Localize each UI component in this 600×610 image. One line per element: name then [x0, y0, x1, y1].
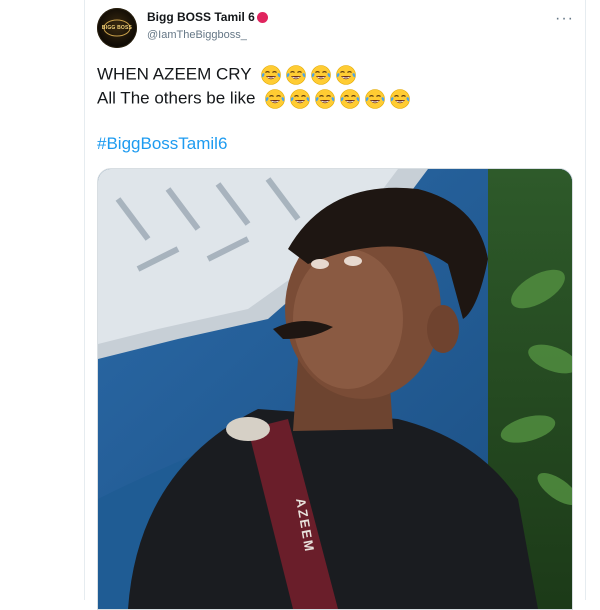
author-name-row[interactable]: Bigg BOSS Tamil 6 — [147, 10, 268, 24]
face-with-tears-of-joy-icon — [311, 65, 331, 85]
right-divider — [585, 0, 586, 600]
tweet-card[interactable]: BIGG BOSS Bigg BOSS Tamil 6 @IamTheBiggb… — [85, 0, 585, 610]
face-with-tears-of-joy-icon — [336, 65, 356, 85]
face-with-tears-of-joy-icon — [365, 89, 385, 109]
tweet-text-line-1-text: WHEN AZEEM CRY — [97, 64, 252, 84]
more-horizontal-icon[interactable]: ··· — [555, 10, 574, 28]
face-with-tears-of-joy-icon — [265, 89, 285, 109]
user-handle[interactable]: @IamTheBiggboss_ — [147, 29, 247, 41]
face-with-tears-of-joy-icon — [286, 65, 306, 85]
tweet-media-image[interactable]: AZEEM — [97, 168, 573, 610]
face-with-tears-of-joy-icon — [340, 89, 360, 109]
face-with-tears-of-joy-icon — [390, 89, 410, 109]
emoji-row-1 — [260, 64, 357, 86]
face-with-tears-of-joy-icon — [315, 89, 335, 109]
display-name[interactable]: Bigg BOSS Tamil 6 — [147, 10, 255, 24]
tweet-text-line-2: All The others be like — [97, 88, 411, 110]
emoji-row-2 — [264, 88, 411, 110]
red-badge-icon — [256, 11, 268, 23]
avatar[interactable]: BIGG BOSS — [97, 8, 137, 48]
face-with-tears-of-joy-icon — [261, 65, 281, 85]
hashtag-link[interactable]: #BiggBossTamil6 — [97, 134, 227, 154]
media-photo: AZEEM — [98, 169, 572, 609]
tweet-text-line-1: WHEN AZEEM CRY — [97, 64, 357, 86]
tweet-text-line-2-text: All The others be like — [97, 88, 256, 108]
face-with-tears-of-joy-icon — [290, 89, 310, 109]
avatar-logo-text: BIGG BOSS — [101, 25, 133, 31]
